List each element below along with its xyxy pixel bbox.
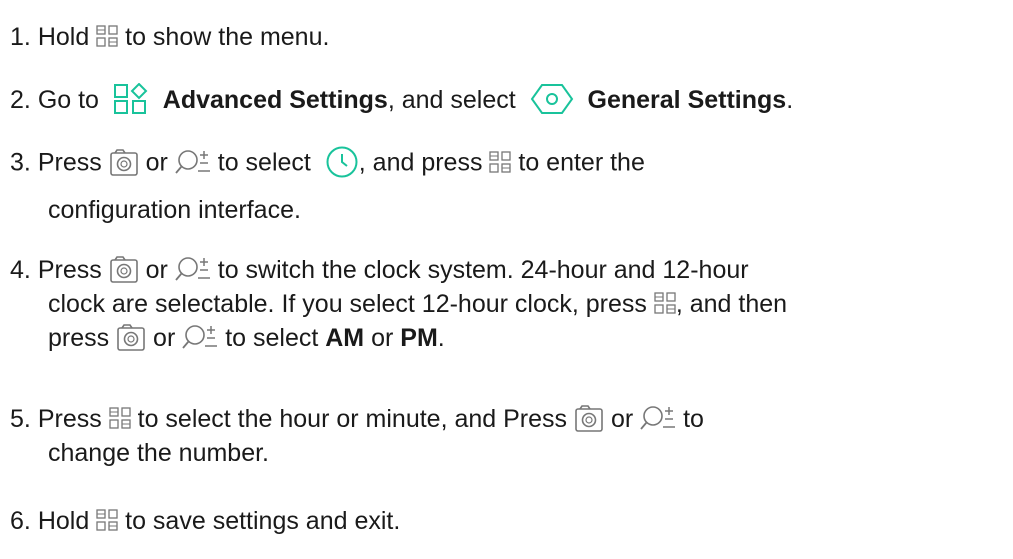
step-text: Hold [37, 507, 90, 535]
step-text: , and press [358, 148, 483, 177]
camera-icon [116, 323, 146, 352]
step-text: or [145, 148, 168, 177]
step-3: 3. Press or to select , and press to ent… [10, 145, 645, 181]
step-5: 5. Press to select the hour or minute, a… [10, 404, 704, 434]
menu-grid-icon [489, 151, 512, 173]
menu-grid-icon [96, 509, 118, 532]
step-text: or [153, 324, 176, 352]
step-number: 6. [10, 507, 31, 535]
step-5-continuation: change the number. [48, 438, 269, 468]
step-text: to enter the [518, 148, 645, 177]
step-text: to select [217, 148, 311, 177]
step-text: , and select [387, 86, 516, 114]
clock-icon [325, 145, 359, 179]
menu-grid-icon [96, 25, 118, 48]
general-settings-icon [530, 83, 574, 115]
step-text: , and then [675, 290, 788, 318]
step-1: 1. Hold to show the menu. [10, 22, 329, 52]
step-text: change the number. [48, 439, 269, 467]
step-text: clock are selectable. If you select 12-h… [48, 290, 647, 318]
step-text: to select the hour or minute, and Press [137, 405, 568, 433]
pm-label: PM [400, 324, 438, 352]
step-text: Press [37, 405, 102, 433]
menu-grid-icon [654, 292, 676, 315]
step-text: Hold [37, 23, 90, 51]
step-2: 2. Go to Advanced Settings, and select G… [10, 83, 794, 117]
step-number: 5. [10, 405, 31, 433]
advanced-settings-label: Advanced Settings [162, 86, 388, 114]
step-text: to switch the clock system. 24-hour and … [217, 256, 749, 284]
step-4-line-2: clock are selectable. If you select 12-h… [48, 289, 787, 319]
step-text: to [683, 405, 704, 433]
step-text: or [371, 324, 394, 352]
step-text: or [610, 405, 634, 433]
camera-icon [109, 255, 139, 284]
step-number: 4. [10, 256, 31, 284]
step-number: 2. [10, 86, 31, 114]
step-4: 4. Press or to switch the clock system. … [10, 255, 749, 285]
step-6: 6. Hold to save settings and exit. [10, 506, 400, 536]
zoom-icon [174, 256, 211, 282]
step-text: or [145, 256, 168, 284]
camera-icon [109, 148, 139, 176]
zoom-icon [640, 405, 677, 431]
zoom-icon [174, 149, 211, 175]
step-3-continuation: configuration interface. [48, 195, 301, 225]
camera-icon [574, 404, 604, 433]
step-text: to show the menu. [125, 23, 330, 51]
general-settings-label: General Settings [587, 86, 787, 114]
step-number: 1. [10, 23, 31, 51]
step-text: Press [37, 148, 102, 177]
step-text: press [48, 324, 110, 352]
advanced-settings-icon [113, 83, 149, 115]
step-text: Go to [37, 86, 99, 114]
step-text: configuration interface. [48, 196, 301, 224]
menu-grid-icon [109, 407, 131, 430]
step-text: Press [37, 256, 102, 284]
step-number: 3. [10, 148, 31, 177]
zoom-icon [182, 324, 219, 350]
step-text: to save settings and exit. [125, 507, 401, 535]
am-label: AM [325, 324, 365, 352]
step-text: to select [225, 324, 319, 352]
step-text: . [437, 324, 445, 352]
step-text: . [786, 86, 794, 114]
step-4-line-3: press or to select AM or PM. [48, 323, 445, 353]
